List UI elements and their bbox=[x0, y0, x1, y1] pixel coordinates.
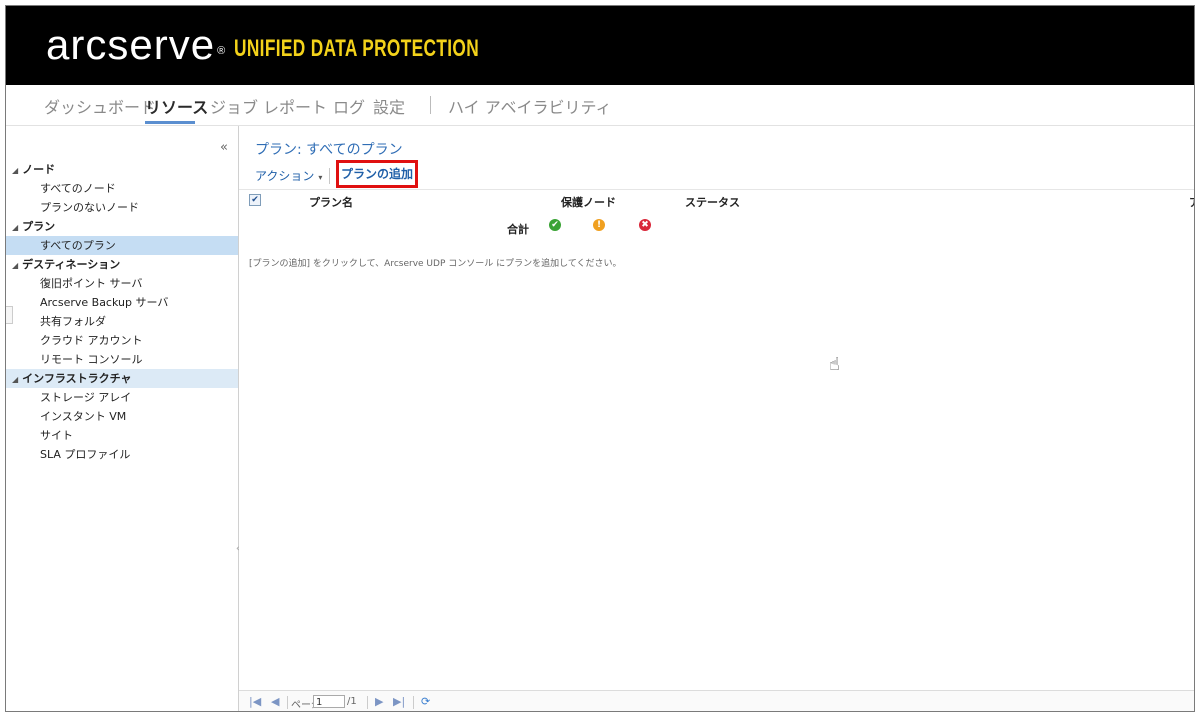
tree-item-shared-folder[interactable]: 共有フォルダ bbox=[6, 312, 238, 331]
hand-cursor-icon: ☝ bbox=[829, 354, 840, 375]
main-panel: プラン: すべてのプラン アクション ▾ プランの追加 ✔ プラン名 保護ノード … bbox=[239, 126, 1194, 711]
last-page-icon[interactable]: ▶| bbox=[393, 695, 405, 708]
toolbar-separator bbox=[329, 168, 330, 184]
tree-item-remote-console[interactable]: リモート コンソール bbox=[6, 350, 238, 369]
collapse-sidebar-icon[interactable]: « bbox=[220, 140, 228, 155]
col-truncated[interactable]: ア bbox=[1189, 194, 1194, 210]
caret-down-icon: ▾ bbox=[318, 173, 323, 182]
actions-dropdown[interactable]: アクション ▾ bbox=[255, 167, 322, 184]
tree-item-all-nodes[interactable]: すべてのノード bbox=[6, 179, 238, 198]
nav-logs[interactable]: ログ bbox=[333, 94, 365, 118]
nav-separator bbox=[430, 96, 431, 114]
product-name: UNIFIED DATA PROTECTION bbox=[234, 35, 480, 62]
tree-item-sla-profile[interactable]: SLA プロファイル bbox=[6, 445, 238, 464]
expanded-triangle-icon: ◢ bbox=[12, 223, 19, 232]
nav-high-availability[interactable]: ハイ アベイラビリティ bbox=[448, 94, 612, 118]
prev-page-icon[interactable]: ◀ bbox=[271, 695, 279, 708]
grid-header: ✔ プラン名 保護ノード ステータス ア bbox=[239, 190, 1194, 212]
active-tab-indicator bbox=[145, 121, 195, 124]
tree-group-nodes[interactable]: ◢ ノード bbox=[6, 160, 238, 179]
tree-group-label: インフラストラクチャ bbox=[22, 372, 132, 385]
next-page-icon[interactable]: ▶ bbox=[375, 695, 383, 708]
refresh-icon[interactable]: ⟳ bbox=[421, 695, 430, 708]
expanded-triangle-icon: ◢ bbox=[12, 166, 19, 175]
app-header: arcserve ® UNIFIED DATA PROTECTION bbox=[6, 6, 1194, 85]
page-total: /1 bbox=[347, 696, 357, 707]
page-number-input[interactable]: 1 bbox=[313, 695, 345, 708]
registered-mark: ® bbox=[217, 45, 227, 57]
arcserve-logo: arcserve ® bbox=[46, 20, 226, 70]
tree-group-label: プラン bbox=[22, 220, 56, 233]
warning-icon: ! bbox=[593, 219, 605, 231]
tree-group-destinations[interactable]: ◢ デスティネーション bbox=[6, 255, 238, 274]
tree-item-instant-vm[interactable]: インスタント VM bbox=[6, 407, 238, 426]
col-protected-nodes[interactable]: 保護ノード bbox=[561, 194, 616, 210]
tree-item-cloud-account[interactable]: クラウド アカウント bbox=[6, 331, 238, 350]
main-nav: ダッシュボード リソース ジョブ レポート ログ 設定 ハイ アベイラビリティ bbox=[6, 85, 1194, 126]
nav-reports[interactable]: レポート bbox=[263, 94, 327, 118]
tree-item-nodes-without-plan[interactable]: プランのないノード bbox=[6, 198, 238, 217]
resource-sidebar: « ◢ ノード すべてのノード プランのないノード ◢ プラン すべてのプラン ◢ デ… bbox=[6, 126, 240, 711]
expanded-triangle-icon: ◢ bbox=[12, 261, 19, 270]
total-row: 合計 ✔ ! ✖ bbox=[239, 212, 1194, 238]
tree-group-infrastructure[interactable]: ◢ インフラストラクチャ bbox=[6, 369, 238, 388]
nav-dashboard[interactable]: ダッシュボード bbox=[44, 94, 156, 118]
tree-item-arcserve-backup-server[interactable]: Arcserve Backup サーバ bbox=[6, 293, 238, 312]
resource-tree: ◢ ノード すべてのノード プランのないノード ◢ プラン すべてのプラン ◢ デステ… bbox=[6, 160, 238, 464]
tree-group-label: デスティネーション bbox=[22, 258, 121, 271]
col-plan-name[interactable]: プラン名 bbox=[309, 194, 353, 210]
success-icon: ✔ bbox=[549, 219, 561, 231]
nav-jobs[interactable]: ジョブ bbox=[210, 94, 258, 118]
tree-item-storage-array[interactable]: ストレージ アレイ bbox=[6, 388, 238, 407]
total-label: 合計 bbox=[507, 223, 529, 236]
app-window: arcserve ® UNIFIED DATA PROTECTION ダッシュボー… bbox=[5, 5, 1195, 712]
pagination-bar: |◀ ◀ ページ 1 /1 ▶ ▶| ⟳ bbox=[239, 690, 1194, 711]
add-plan-button[interactable]: プランの追加 bbox=[336, 160, 418, 188]
tree-item-all-plans[interactable]: すべてのプラン bbox=[6, 236, 238, 255]
pager-separator bbox=[413, 696, 414, 709]
actions-label: アクション bbox=[255, 169, 315, 183]
tree-group-plans[interactable]: ◢ プラン bbox=[6, 217, 238, 236]
tree-item-site[interactable]: サイト bbox=[6, 426, 238, 445]
nav-resources[interactable]: リソース bbox=[145, 94, 208, 118]
toolbar: アクション ▾ プランの追加 bbox=[239, 157, 1194, 190]
breadcrumb: プラン: すべてのプラン bbox=[255, 142, 403, 158]
expanded-triangle-icon: ◢ bbox=[12, 375, 19, 384]
tree-group-label: ノード bbox=[22, 163, 56, 176]
brand-name: arcserve bbox=[46, 21, 216, 68]
nav-settings[interactable]: 設定 bbox=[373, 94, 405, 118]
pager-separator bbox=[367, 696, 368, 709]
empty-hint: [プランの追加] をクリックして、Arcserve UDP コンソール にプラン… bbox=[249, 259, 622, 269]
tree-item-recovery-point-server[interactable]: 復旧ポイント サーバ bbox=[6, 274, 238, 293]
select-all-checkbox[interactable]: ✔ bbox=[249, 194, 261, 206]
error-icon: ✖ bbox=[639, 219, 651, 231]
col-status[interactable]: ステータス bbox=[685, 194, 740, 210]
first-page-icon[interactable]: |◀ bbox=[249, 695, 261, 708]
pager-separator bbox=[287, 696, 288, 709]
